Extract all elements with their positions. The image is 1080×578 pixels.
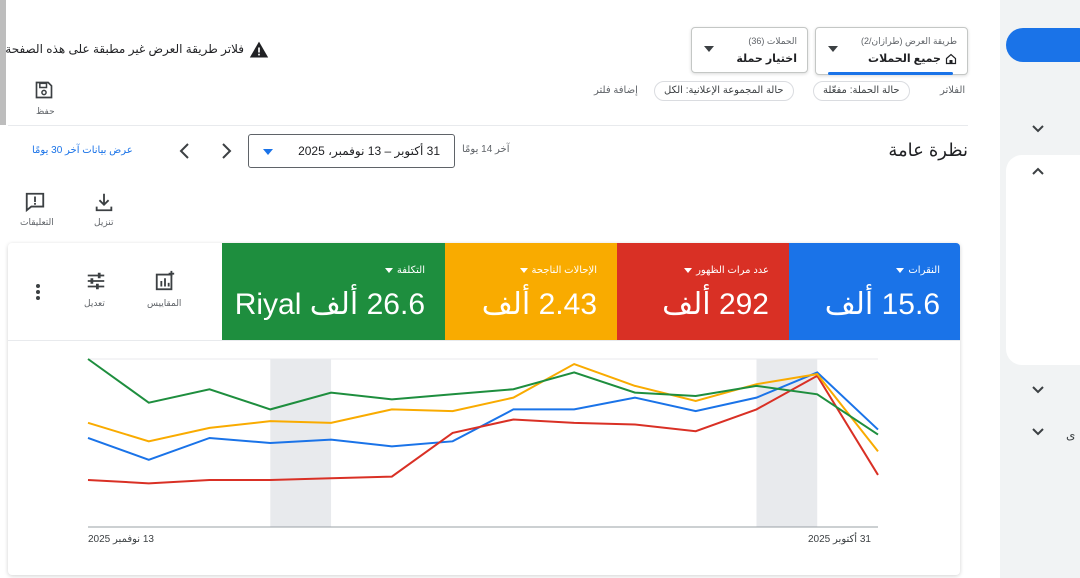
views-selector-text: جميع الحملات [868,53,941,65]
metric-value: 292 ألف [662,288,769,321]
chevron-left-icon[interactable] [176,140,194,162]
views-selector[interactable]: طريقة العرض (طرازان/2) جميع الحملات [815,27,968,75]
date-dropdown-caret-icon [263,149,273,155]
views-selector-active-underline [828,72,953,75]
filters-label: الفلاتر [940,85,966,96]
date-range-picker[interactable]: 31 أكتوبر – 13 نوفمبر، 2025 [248,134,455,168]
metrics-chart-icon[interactable] [154,270,176,292]
page-title: نظرة عامة [888,140,968,160]
adjust-button-label[interactable]: تعديل [84,298,105,309]
primary-action-pill[interactable] [1006,28,1080,62]
campaign-selector-label: الحملات (36) [748,36,797,46]
campaign-selector[interactable]: الحملات (36) اختيار حملة [691,27,808,73]
chevron-down-icon[interactable] [1030,121,1046,137]
campaign-selector-value: اختيار حملة [736,53,797,65]
date-preset-label: آخر 14 يومًا [462,144,510,155]
metric-tile-conversions[interactable]: الإحالات الناجحة 2.43 ألف [445,243,617,340]
download-label[interactable]: تنزيل [94,217,114,228]
header-divider [8,125,968,126]
views-dropdown-caret-icon [828,46,838,52]
show-30-days-link[interactable]: عرض بيانات آخر 30 يومًا [32,145,133,156]
chevron-down-icon[interactable] [1030,382,1046,398]
views-selector-value: جميع الحملات [868,52,957,65]
campaign-dropdown-caret-icon [704,46,714,52]
metric-label: عدد مرات الظهور [684,265,769,276]
download-icon[interactable] [93,191,115,213]
filter-chip-campaign-status[interactable]: حالة الحملة: مفعّلة [813,81,910,101]
chevron-up-icon[interactable] [1030,163,1046,179]
left-scroll-edge [0,0,6,125]
feedback-icon[interactable] [24,191,46,213]
tune-icon[interactable] [85,270,107,292]
chevron-right-icon[interactable] [217,140,235,162]
metric-label: النقرات [896,265,940,276]
add-filter-button[interactable]: إضافة فلتر [594,85,638,96]
filter-chip-adgroup-status[interactable]: حالة المجموعة الإعلانية: الكل [654,81,794,101]
more-vert-icon[interactable] [35,283,41,301]
metric-tile-cost[interactable]: التكلفة 26.6 ألف Riyal [222,243,445,340]
side-panel-text: ى [1066,428,1076,442]
metric-label: الإحالات الناجحة [519,265,597,276]
views-selector-label: طريقة العرض (طرازان/2) [860,36,957,46]
x-axis-start-label: 31 أكتوبر 2025 [808,534,871,545]
home-icon [945,53,957,64]
metric-value: 15.6 ألف [824,288,940,321]
date-range-text: 31 أكتوبر – 13 نوفمبر، 2025 [298,144,440,158]
x-axis-end-label: 13 نوفمبر 2025 [88,534,154,545]
save-button-label[interactable]: حفظ [36,106,55,117]
comments-label[interactable]: التعليقات [20,217,54,228]
right-side-panel [1000,0,1080,578]
warning-message: فلاتر طريقة العرض غير مطبقة على هذه الصف… [5,42,244,56]
metrics-button-label[interactable]: المقاييس [147,298,181,309]
save-icon[interactable] [34,80,54,100]
metric-tile-impressions[interactable]: عدد مرات الظهور 292 ألف [617,243,789,340]
chevron-down-icon[interactable] [1030,424,1046,440]
metric-tile-clicks[interactable]: النقرات 15.6 ألف [789,243,960,340]
metric-label: التكلفة [384,265,425,276]
side-panel-card [1006,155,1080,365]
warning-triangle-icon [249,41,269,58]
metric-value: 2.43 ألف [481,288,597,321]
performance-card: النقرات 15.6 ألف عدد مرات الظهور 292 ألف… [8,243,960,575]
metric-value: 26.6 ألف Riyal [234,288,425,321]
